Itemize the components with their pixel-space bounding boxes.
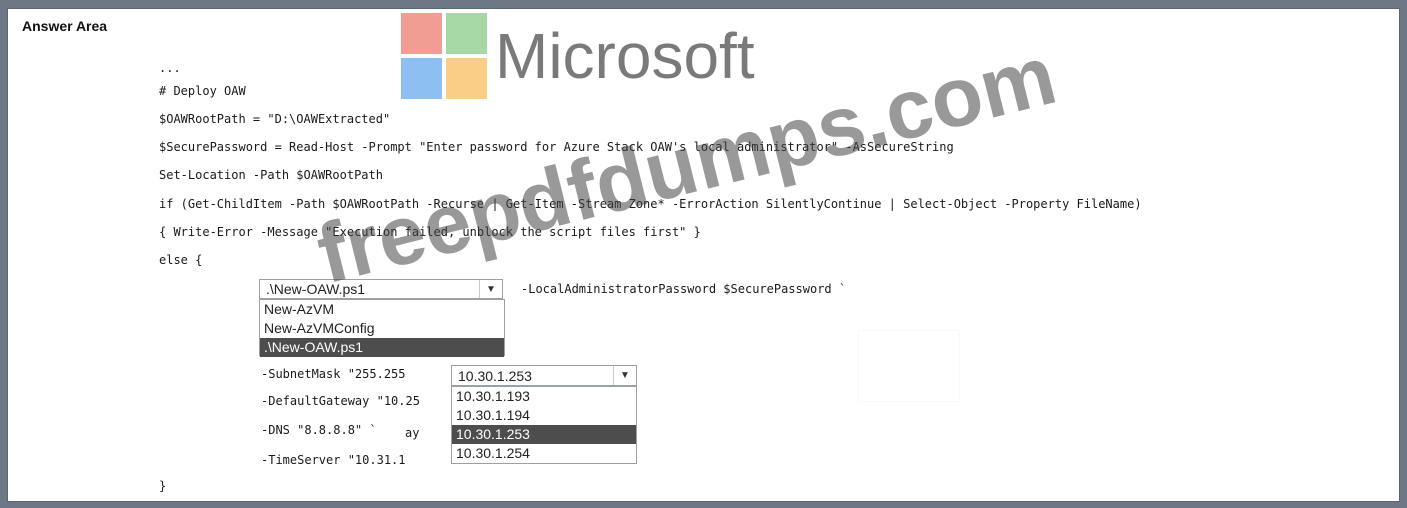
script-option-new-oaw[interactable]: .\New-OAW.ps1	[260, 338, 504, 357]
logo-square-green	[446, 13, 487, 54]
chevron-down-icon[interactable]: ▼	[613, 366, 636, 385]
code-line-else: else {	[159, 253, 203, 267]
script-option-new-azvm[interactable]: New-AzVM	[260, 300, 504, 319]
script-dropdown-list: New-AzVM New-AzVMConfig .\New-OAW.ps1	[259, 299, 505, 357]
ip-option-254[interactable]: 10.30.1.254	[452, 444, 636, 463]
microsoft-logo-icon	[401, 13, 487, 99]
code-line-set-location: Set-Location -Path $OAWRootPath	[159, 168, 383, 182]
logo-square-red	[401, 13, 442, 54]
code-line-timeserver: -TimeServer "10.31.1	[261, 453, 406, 467]
script-option-new-azvmconfig[interactable]: New-AzVMConfig	[260, 319, 504, 338]
microsoft-logo-text: Microsoft	[495, 20, 755, 92]
code-line-closing-brace: }	[159, 479, 167, 493]
answer-area-panel: Answer Area ... # Deploy OAW $OAWRootPat…	[7, 8, 1400, 502]
code-line-comment: # Deploy OAW	[159, 84, 246, 98]
code-line-defaultgateway: -DefaultGateway "10.25	[261, 394, 420, 408]
code-line-ellipsis: ...	[159, 61, 181, 75]
ip-dropdown-value: 10.30.1.253	[458, 367, 532, 384]
code-line-dns: -DNS "8.8.8.8" `	[261, 423, 377, 437]
code-line-rootpath: $OAWRootPath = "D:\OAWExtracted"	[159, 112, 391, 126]
logo-square-blue	[401, 58, 442, 99]
ip-option-194[interactable]: 10.30.1.194	[452, 406, 636, 425]
ip-option-193[interactable]: 10.30.1.193	[452, 387, 636, 406]
code-line-subnetmask: -SubnetMask "255.255	[261, 367, 406, 381]
code-line-local-admin-password: -LocalAdministratorPassword $SecurePassw…	[521, 282, 847, 296]
chevron-down-icon[interactable]: ▼	[479, 280, 502, 298]
blank-answer-box	[859, 331, 959, 401]
answer-area-title: Answer Area	[22, 18, 108, 34]
code-line-dns-partial: ay	[405, 426, 420, 440]
ip-dropdown-list: 10.30.1.193 10.30.1.194 10.30.1.253 10.3…	[451, 386, 637, 464]
logo-square-yellow	[446, 58, 487, 99]
microsoft-logo: Microsoft	[401, 13, 755, 99]
ip-option-253[interactable]: 10.30.1.253	[452, 425, 636, 444]
ip-dropdown[interactable]: 10.30.1.253 ▼	[451, 365, 637, 386]
